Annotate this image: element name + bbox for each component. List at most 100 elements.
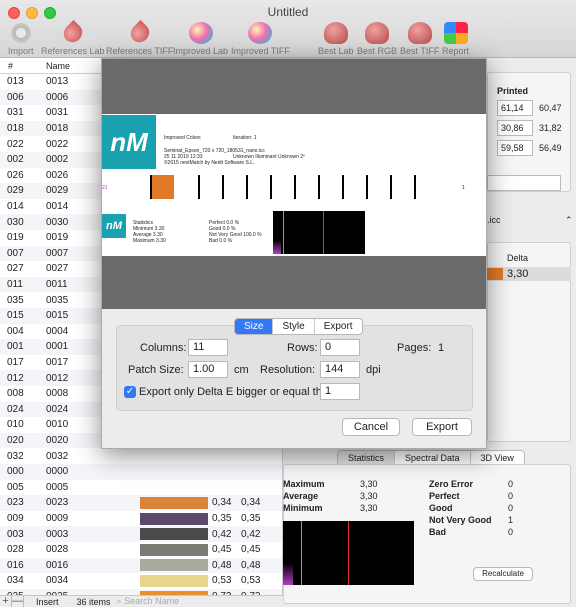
name-field[interactable]	[487, 175, 561, 191]
list-bottom-bar: + — Insert 36 items ⌕ Search Name	[0, 595, 283, 607]
improved-lab-button[interactable]: Improved Lab	[173, 22, 228, 56]
table-row[interactable]: 032 0032	[0, 448, 282, 464]
drop-icon	[59, 19, 86, 47]
best-tiff-button[interactable]: Best TIFF	[400, 22, 439, 56]
references-lab-button[interactable]: References Lab	[41, 19, 105, 56]
delta-header[interactable]: Delta	[507, 253, 528, 263]
table-row[interactable]: 003 0003 0,42 0,42	[0, 526, 282, 542]
row-num: 009	[7, 513, 24, 525]
table-row[interactable]: 023 0023 0,34 0,34	[0, 495, 282, 511]
tab-3d-view[interactable]: 3D View	[471, 451, 524, 465]
export-only-field[interactable]: 1	[320, 383, 360, 400]
column-header-name[interactable]: Name	[38, 61, 70, 71]
column-header-num[interactable]: #	[0, 61, 38, 71]
row-swatch	[140, 574, 208, 587]
recalculate-button[interactable]: Recalculate	[473, 567, 533, 581]
row-delta: 0,42	[212, 528, 232, 540]
row-name: 0028	[46, 544, 69, 556]
export-only-checkbox[interactable]: ✓	[124, 386, 136, 398]
printed-l-other: 60,47	[539, 103, 562, 113]
patch-size-field[interactable]: 1.00	[188, 361, 228, 378]
chevron-updown-icon[interactable]: ⌃	[565, 215, 573, 226]
printed-l-field[interactable]: 61,14	[497, 100, 533, 116]
resolution-field[interactable]: 144	[320, 361, 360, 378]
row-name: 0000	[46, 466, 69, 478]
tab-export[interactable]: Export	[315, 319, 362, 334]
window-title: Untitled	[267, 5, 309, 19]
nm-logo-small: nM	[102, 214, 126, 238]
tab-statistics[interactable]: Statistics	[338, 451, 396, 465]
stat-bad-label: Bad	[429, 527, 447, 537]
table-row[interactable]: 016 0016 0,48 0,48	[0, 557, 282, 574]
best-rgb-button[interactable]: Best RGB	[357, 22, 397, 56]
gear-icon	[8, 22, 33, 44]
tab-style[interactable]: Style	[273, 319, 315, 334]
row-num: 027	[7, 263, 24, 275]
row-num: 035	[7, 294, 24, 306]
printed-b-field[interactable]: 59,58	[497, 140, 533, 156]
row-num: 020	[7, 435, 24, 447]
preview-improved: Improved Colors	[164, 135, 201, 141]
row-name: 0003	[46, 528, 69, 540]
stat-not-very-good-label: Not Very Good	[429, 515, 492, 525]
import-button[interactable]: Import	[8, 22, 34, 56]
table-row[interactable]: 000 0000	[0, 464, 282, 480]
insert-button[interactable]: Insert	[24, 597, 71, 607]
row-name: 0005	[46, 481, 69, 493]
export-button[interactable]: Export	[412, 418, 472, 436]
improved-tiff-button[interactable]: Improved TIFF	[231, 22, 290, 56]
row-num: 018	[7, 123, 24, 135]
histogram-threshold-line	[301, 521, 302, 585]
delta-swatch	[487, 268, 503, 280]
report-button[interactable]: Report	[442, 22, 469, 56]
mushroom-icon	[407, 22, 432, 44]
row-name: 0023	[46, 497, 69, 509]
preview-threshold-line	[283, 211, 284, 254]
tab-size[interactable]: Size	[235, 319, 274, 334]
remove-button[interactable]: —	[12, 595, 24, 607]
patch-size-unit: cm	[234, 364, 249, 376]
tab-spectral-data[interactable]: Spectral Data	[395, 451, 471, 465]
item-count: 36 items	[76, 596, 111, 607]
add-button[interactable]: +	[0, 595, 12, 607]
strip-divider	[342, 175, 344, 199]
row-num: 008	[7, 388, 24, 400]
printed-a-field[interactable]: 30,86	[497, 120, 533, 136]
columns-label: Columns:	[140, 342, 187, 354]
row-num: 031	[7, 107, 24, 119]
row-delta: 0,35	[212, 513, 232, 525]
stat-minimum-label: Minimum	[283, 503, 323, 513]
rows-field[interactable]: 0	[320, 339, 360, 356]
stat-good-value: 0	[508, 503, 514, 513]
preview-value-line	[323, 211, 324, 254]
patch-size-label: Patch Size:	[128, 364, 184, 376]
cancel-button[interactable]: Cancel	[342, 418, 400, 436]
stat-average-value: 3,30	[360, 491, 378, 501]
best-lab-button[interactable]: Best Lab	[318, 22, 354, 56]
stat-zero-error-label: Zero Error	[429, 479, 474, 489]
mushroom-icon	[365, 22, 389, 44]
table-row[interactable]: 034 0034 0,53 0,53	[0, 573, 282, 589]
row-delta: 0,45	[212, 544, 232, 556]
row-num: 013	[7, 76, 24, 88]
export-only-label: Export only Delta E bigger or equal than…	[139, 386, 338, 398]
search-input[interactable]: ⌕ Search Name	[117, 596, 180, 607]
mushroom-icon	[323, 22, 348, 44]
table-row[interactable]: 005 0005	[0, 480, 282, 496]
table-row[interactable]: 009 0009 0,35 0,35	[0, 511, 282, 527]
row-num: 006	[7, 91, 24, 103]
row-name: 0032	[46, 450, 69, 462]
row-num: 004	[7, 325, 24, 337]
stat-perfect-label: Perfect	[429, 491, 460, 501]
columns-field[interactable]: 11	[188, 339, 228, 356]
strip-divider	[198, 175, 200, 199]
preview-quality-3: Bad 0.0 %	[209, 238, 233, 244]
profile-popup[interactable]: .icc	[487, 215, 501, 225]
row-num: 016	[7, 559, 24, 571]
table-row[interactable]: 028 0028 0,45 0,45	[0, 542, 282, 558]
row-delta: 0,53	[212, 575, 232, 587]
row-delta: 0,48	[212, 559, 232, 571]
references-tiff-button[interactable]: References TIFF	[106, 19, 173, 56]
strip-divider	[270, 175, 272, 199]
row-num: 034	[7, 575, 24, 587]
